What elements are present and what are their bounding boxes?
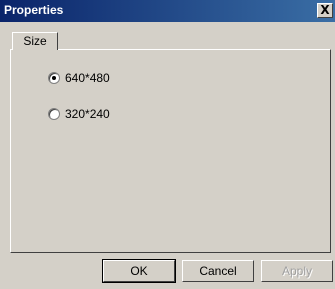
apply-button[interactable]: Apply <box>261 260 333 282</box>
close-button[interactable]: X <box>317 3 333 18</box>
size-option-320x240[interactable]: 320*240 <box>48 107 110 121</box>
size-tab-panel: 640*480 320*240 <box>10 49 331 253</box>
size-option-label: 320*240 <box>65 107 110 121</box>
size-option-640x480[interactable]: 640*480 <box>48 71 110 85</box>
cancel-button[interactable]: Cancel <box>182 260 254 282</box>
radio-button-checked[interactable] <box>48 72 60 84</box>
title-bar: Properties X <box>0 0 335 22</box>
radio-button-unchecked[interactable] <box>48 108 60 120</box>
ok-button[interactable]: OK <box>102 259 176 283</box>
window-title: Properties <box>4 3 64 17</box>
tab-size[interactable]: Size <box>12 32 58 50</box>
size-option-label: 640*480 <box>65 71 110 85</box>
